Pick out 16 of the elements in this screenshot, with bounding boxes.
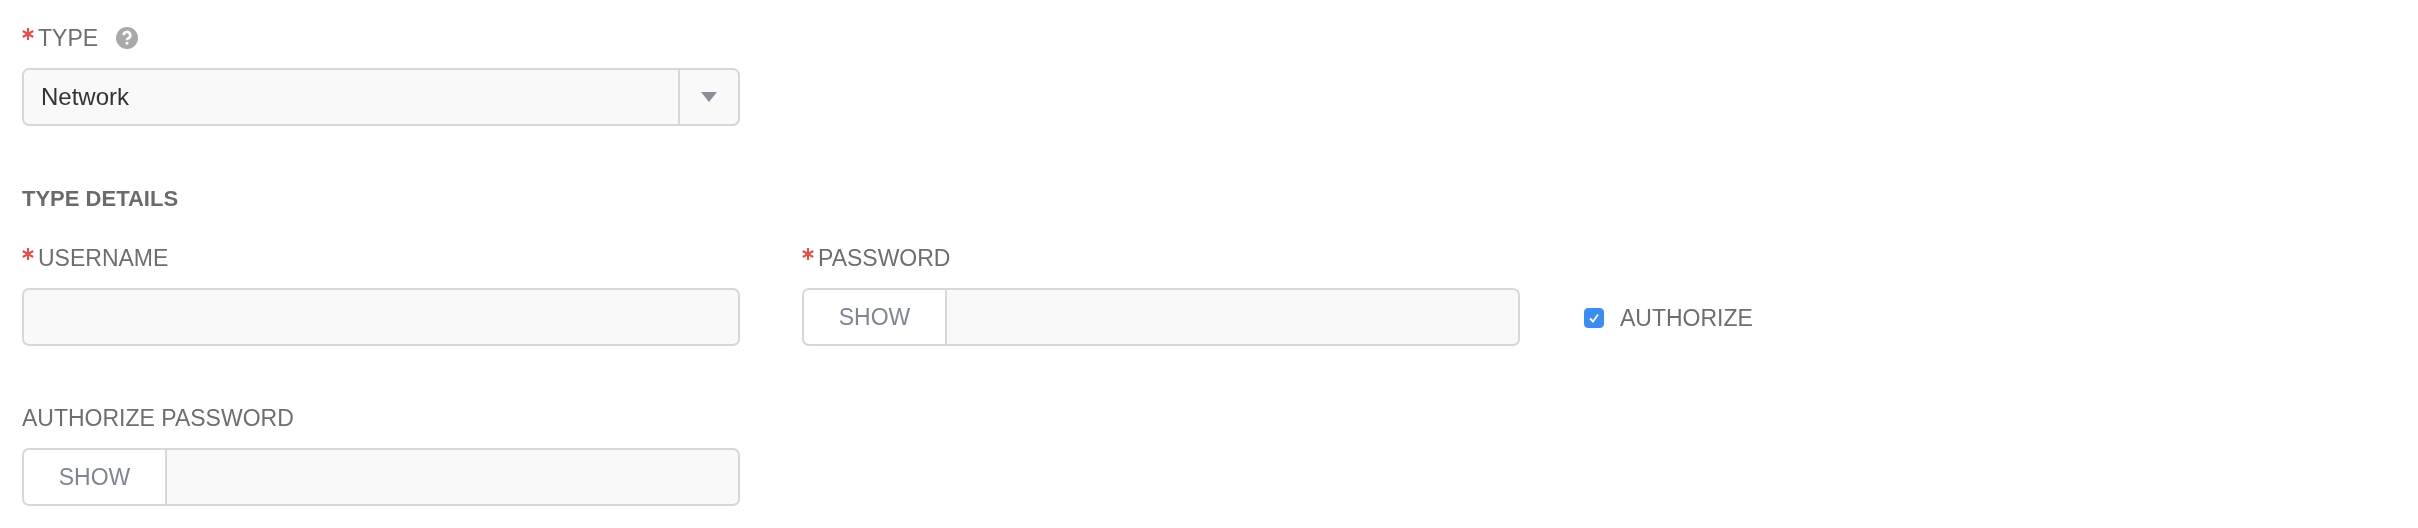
check-icon — [1587, 311, 1601, 325]
section-title: TYPE DETAILS — [22, 186, 180, 212]
caret-icon — [701, 92, 717, 102]
type-select[interactable]: Network — [22, 68, 740, 126]
show-button[interactable]: SHOW — [24, 450, 167, 504]
input-field[interactable] — [22, 288, 740, 346]
checkbox-label: AUTHORIZE — [1620, 304, 1753, 332]
password-field[interactable]: SHOW — [22, 448, 740, 506]
field-label: USERNAME — [38, 244, 169, 272]
show-button[interactable]: SHOW — [804, 290, 947, 344]
password-field[interactable]: SHOW — [802, 288, 1520, 346]
field-label: PASSWORD — [818, 244, 951, 272]
help-icon[interactable] — [116, 27, 139, 49]
field-label: TYPE — [38, 24, 99, 52]
checkbox[interactable] — [1584, 308, 1604, 328]
field-label: AUTHORIZE PASSWORD — [22, 404, 294, 432]
